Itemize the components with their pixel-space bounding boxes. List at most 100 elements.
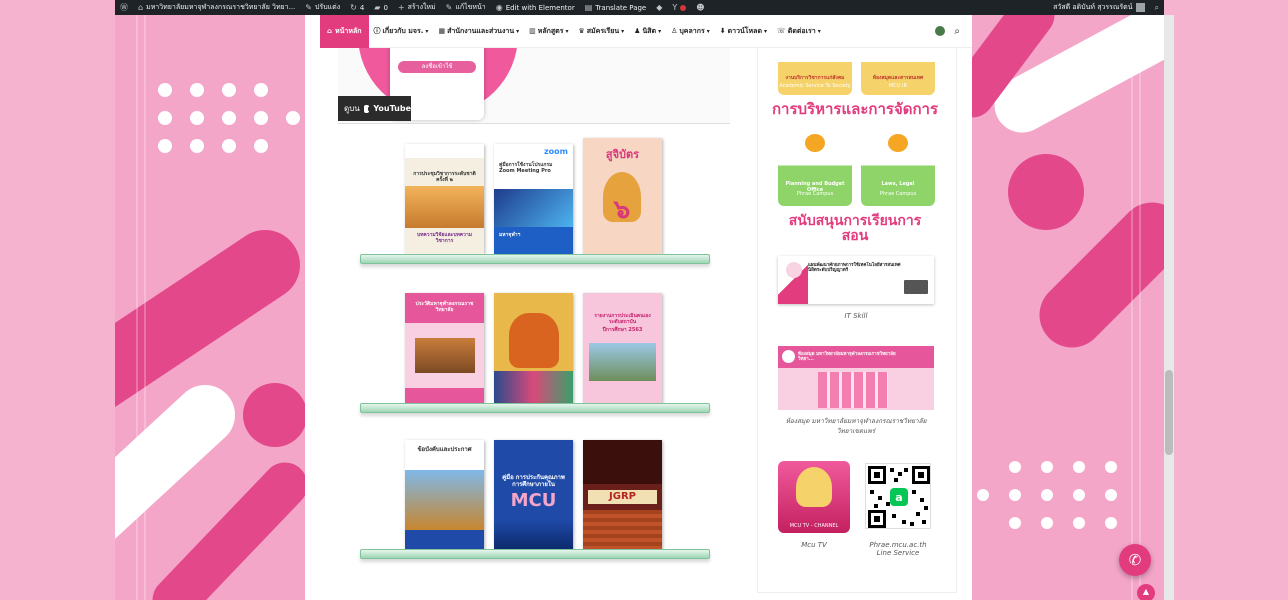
- line-service-caption: Phrae.mcu.ac.th Line Service: [869, 541, 927, 557]
- messenger-chat-button[interactable]: ✆: [1119, 544, 1151, 576]
- svg-text:a: a: [895, 491, 902, 504]
- book-cover-quality-assurance[interactable]: คู่มือ การประกันคุณภาพการศึกษาภายใน MCU: [494, 440, 573, 550]
- library-phones-image: [818, 372, 888, 408]
- admin-bar: Ⓦ ⌂ มหาวิทยาลัยมหาจุฬาลงกรณราชวิทยาลัย วิ…: [115, 0, 1164, 15]
- nav-about[interactable]: ⓘ เกี่ยวกับ มจร. ▾: [369, 26, 434, 37]
- wordpress-logo-button[interactable]: Ⓦ: [115, 0, 133, 15]
- brush-icon: ✎: [305, 3, 312, 12]
- language-flag-icon[interactable]: [935, 26, 946, 36]
- service-card-academic[interactable]: งานบริการวิชาการแก่สังคม Academic Servic…: [778, 40, 852, 95]
- divider: [338, 123, 730, 124]
- teaching-section-title: สนับสนุนการเรียนการสอน: [788, 213, 922, 245]
- info-icon: ⓘ: [373, 27, 381, 35]
- wordpress-icon: Ⓦ: [120, 3, 128, 12]
- book-cover-self-assessment[interactable]: รายงานการประเมินตนเอง ระดับสถาบัน ปีการศ…: [583, 293, 662, 403]
- nav-download[interactable]: ⬇ ดาวน์โหลด ▾: [715, 26, 772, 37]
- chevron-down-icon: ▾: [621, 27, 625, 35]
- diamond-icon: ◆: [656, 3, 663, 12]
- edit-page-link[interactable]: ✎ แก้ไขหน้า: [441, 0, 491, 15]
- decorative-shapes-left: [115, 15, 305, 600]
- seo-status-dot: [680, 4, 687, 11]
- book-cover-monk-portrait[interactable]: [494, 293, 573, 403]
- book-blue-band: [405, 530, 484, 550]
- yoast-button[interactable]: Y: [667, 0, 691, 15]
- book-temple-image: [415, 338, 475, 373]
- mcu-tv-caption: Mcu TV: [801, 541, 827, 549]
- management-card-laws[interactable]: Laws, Legal Phrae Campus: [861, 132, 935, 206]
- new-content-link[interactable]: + สร้างใหม่: [393, 0, 441, 15]
- elementor-icon: ◉: [495, 3, 503, 12]
- outer-background-right: [1164, 0, 1288, 600]
- site-name-link[interactable]: ⌂ มหาวิทยาลัยมหาจุฬาลงกรณราชวิทยาลัย วิทย…: [133, 0, 300, 15]
- messenger-icon: ✆: [1128, 551, 1142, 569]
- updates-link[interactable]: ↻ 4: [345, 0, 369, 15]
- nav-home[interactable]: ⌂ หน้าหลัก: [320, 14, 369, 48]
- search-icon: ⌕: [1154, 2, 1159, 12]
- book-cover-conference[interactable]: การประชุมวิชาการระดับชาติ ครั้งที่ ๒ บทค…: [405, 144, 484, 254]
- line-qr-code[interactable]: a: [865, 463, 931, 529]
- outer-background-left: [0, 0, 115, 600]
- book-cover-jgrp[interactable]: JGRP: [583, 440, 662, 550]
- plus-icon: +: [397, 3, 405, 12]
- laptop-icon: [904, 280, 928, 294]
- building-icon: ▦: [438, 27, 446, 35]
- smiley-button[interactable]: ☻: [691, 0, 709, 15]
- university-emblem-icon: [888, 134, 908, 152]
- mcu-tv-card[interactable]: MCU TV - CHANNEL: [778, 461, 850, 533]
- chevron-down-icon: ▾: [817, 27, 821, 35]
- book-zoom-illustration: [494, 189, 573, 227]
- watch-on-youtube-button[interactable]: ดูบน YouTube: [338, 96, 411, 121]
- translate-page-link[interactable]: ▤ Translate Page: [580, 0, 652, 15]
- page-scrollbar-track[interactable]: [1164, 15, 1174, 600]
- it-skill-caption: IT Skill: [844, 312, 868, 320]
- book-cover-history[interactable]: ประวัติมหาจุฬาลงกรณราชวิทยาลัย: [405, 293, 484, 403]
- shelf-1: [360, 254, 710, 264]
- book-monk-image: [509, 313, 559, 368]
- nav-students[interactable]: ♟ นิสิต ▾: [629, 26, 666, 37]
- university-emblem-icon: [786, 262, 802, 278]
- download-icon: ⬇: [719, 27, 726, 35]
- decorative-background-right: [972, 15, 1164, 600]
- book-brick-pattern: [583, 510, 662, 550]
- search-icon[interactable]: ⌕: [954, 26, 960, 37]
- refresh-icon: ↻: [350, 3, 357, 12]
- customize-link[interactable]: ✎ ปรับแต่ง: [300, 0, 345, 15]
- nav-apply[interactable]: ♛ สมัครเรียน ▾: [574, 26, 630, 37]
- seo-button[interactable]: ◆: [651, 0, 667, 15]
- book-cover-zoom-manual[interactable]: zoom คู่มือการใช้งานโปรแกรม Zoom Meeting…: [494, 144, 573, 254]
- phone-login-button: ลงชื่อเข้าใช้: [398, 61, 476, 73]
- admin-search-button[interactable]: ⌕: [1150, 0, 1164, 15]
- management-card-planning[interactable]: Planning and Budget Office Phrae Campus: [778, 132, 852, 206]
- nav-contact[interactable]: ☏ ติดต่อเรา ▾: [772, 26, 826, 37]
- library-caption: ห้องสมุด มหาวิทยาลัยมหาจุฬาลงกรณราชวิทยา…: [785, 417, 927, 435]
- page-scrollbar-thumb[interactable]: [1165, 370, 1173, 455]
- yoast-icon: Y: [672, 3, 678, 12]
- book-cover-program[interactable]: สูจิบัตร ๖: [583, 138, 662, 254]
- chevron-down-icon: ▾: [516, 27, 520, 35]
- elementor-link[interactable]: ◉ Edit with Elementor: [491, 0, 580, 15]
- book-campus-image: [589, 343, 656, 381]
- decorative-background-left: [115, 15, 305, 600]
- book-photo-collage: [494, 371, 573, 403]
- book-footer-band: [405, 388, 484, 403]
- nav-offices[interactable]: ▦ สำนักงานและส่วนงาน ▾: [433, 26, 524, 37]
- back-to-top-button[interactable]: ▲: [1137, 584, 1155, 600]
- youtube-icon: [363, 104, 372, 113]
- user-icon: ♙: [671, 27, 678, 35]
- comment-icon: ▰: [374, 3, 381, 12]
- it-skill-banner[interactable]: แผนพัฒนาศักยภาพการใช้เทคโนโลยีสารสนเทศนิ…: [778, 256, 934, 304]
- nav-curriculum[interactable]: ▥ หลักสูตร ▾: [524, 26, 573, 37]
- book-number-graphic: ๖: [613, 195, 631, 225]
- student-icon: ♟: [634, 27, 641, 35]
- nav-staff[interactable]: ♙ บุคลากร ▾: [666, 26, 715, 37]
- book-cover-regulations[interactable]: ข้อบังคับและประกาศ: [405, 440, 484, 550]
- comments-link[interactable]: ▰ 0: [369, 0, 393, 15]
- library-banner[interactable]: ห้องสมุด มหาวิทยาลัยมหาจุฬาลงกรณราชวิทยา…: [778, 346, 934, 410]
- shelf-2: [360, 403, 710, 413]
- book-jgrp-header: [583, 440, 662, 484]
- book-logos-strip: [405, 144, 484, 158]
- user-account-link[interactable]: สวัสดี อดิบันท์ สุวรรณรัตน์: [1048, 0, 1149, 15]
- chevron-down-icon: ▾: [658, 27, 662, 35]
- graduation-cap-icon: ♛: [578, 27, 585, 35]
- service-card-library[interactable]: ห้องสมุดและสารสนเทศ MCU IR: [861, 40, 935, 95]
